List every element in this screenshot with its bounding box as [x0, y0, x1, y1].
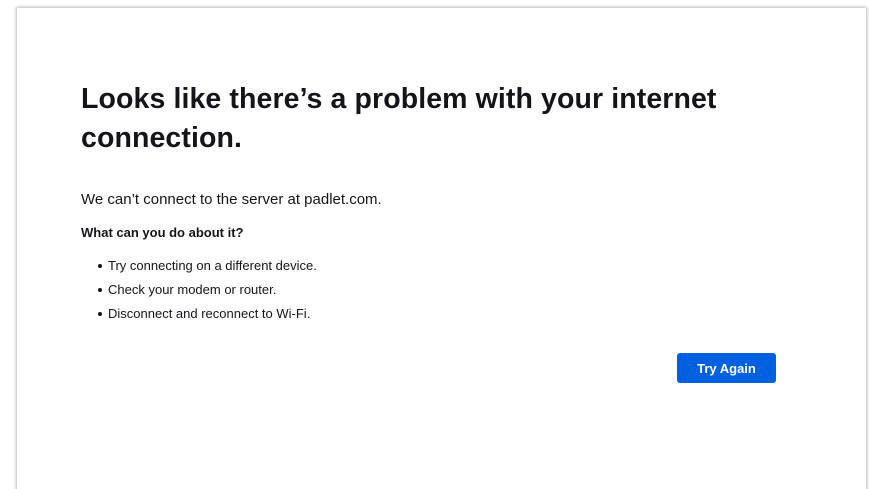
error-content: Looks like there’s a problem with your i… [81, 80, 781, 326]
error-description: We can’t connect to the server at padlet… [81, 191, 382, 208]
list-item: Disconnect and reconnect to Wi-Fi. [98, 302, 781, 326]
screen: Looks like there’s a problem with your i… [0, 0, 869, 489]
tips-list: Try connecting on a different device. Ch… [81, 254, 781, 326]
tip-text: Disconnect and reconnect to Wi-Fi. [108, 306, 311, 321]
page-title: Looks like there’s a problem with your i… [81, 83, 717, 154]
tip-text: Try connecting on a different device. [108, 258, 317, 273]
bullet-icon [98, 264, 102, 268]
bullet-icon [98, 288, 102, 292]
help-subheading: What can you do about it? [81, 225, 244, 240]
tip-text: Check your modem or router. [108, 282, 277, 297]
bullet-icon [98, 312, 102, 316]
list-item: Check your modem or router. [98, 278, 781, 302]
try-again-button[interactable]: Try Again [677, 353, 776, 383]
list-item: Try connecting on a different device. [98, 254, 781, 278]
